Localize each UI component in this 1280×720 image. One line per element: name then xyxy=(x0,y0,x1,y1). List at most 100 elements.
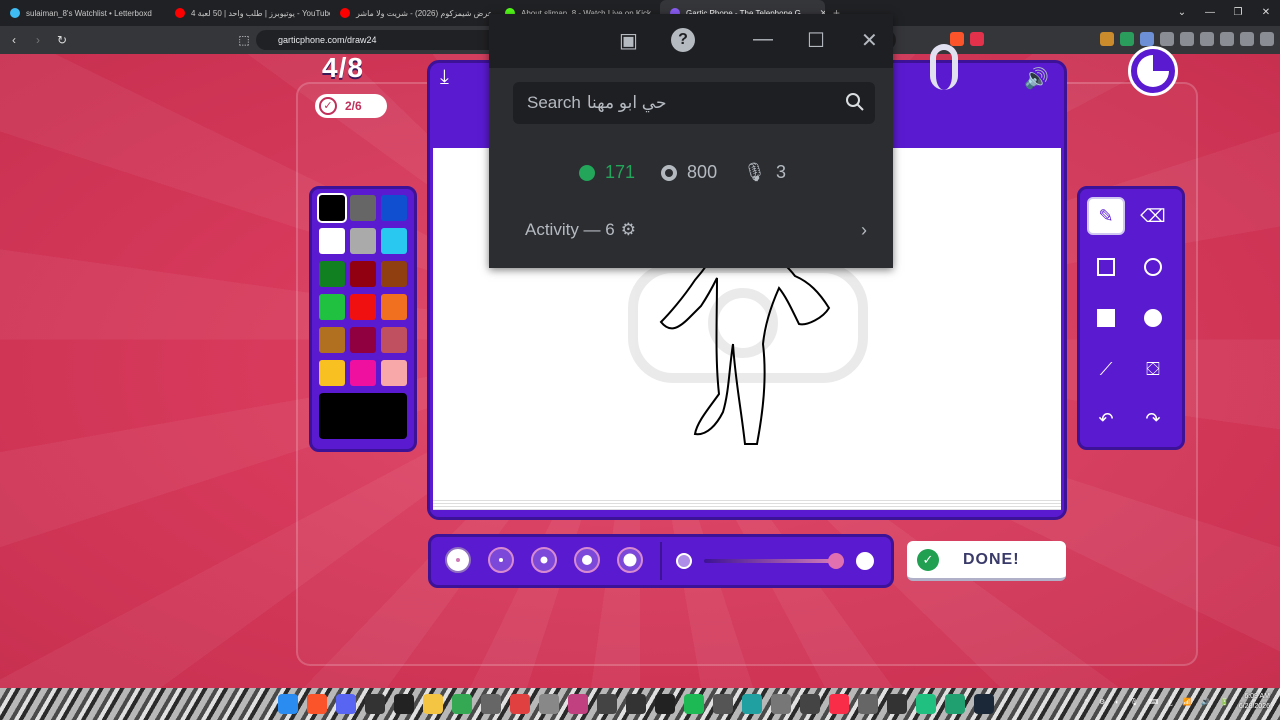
app-icon[interactable] xyxy=(800,694,820,714)
pen-tool[interactable]: ✎ xyxy=(1087,197,1125,235)
tab-letterboxd[interactable]: sulaiman_8's Watchlist • Letterboxd xyxy=(0,0,165,26)
line-tool[interactable]: ⟋ xyxy=(1087,350,1125,388)
app-icon[interactable] xyxy=(742,694,762,714)
app-icon[interactable] xyxy=(945,694,965,714)
help-icon[interactable]: ? xyxy=(671,28,695,52)
spotify-icon[interactable] xyxy=(684,694,704,714)
app-icon[interactable] xyxy=(916,694,936,714)
server-search-input[interactable]: Search حي ابو مهنا xyxy=(513,82,875,124)
color-swatch[interactable] xyxy=(381,327,407,353)
color-swatch[interactable] xyxy=(381,228,407,254)
app-icon[interactable] xyxy=(858,694,878,714)
rectangle-filled-tool[interactable] xyxy=(1087,299,1125,337)
brush-size-5[interactable] xyxy=(617,547,643,573)
vpn-icon[interactable] xyxy=(1240,32,1254,46)
app-icon[interactable] xyxy=(626,694,646,714)
steam-icon[interactable] xyxy=(974,694,994,714)
sound-icon[interactable]: 🔊 xyxy=(1024,66,1049,91)
color-swatch[interactable] xyxy=(319,294,345,320)
redo-tool[interactable]: ↷ xyxy=(1134,400,1172,438)
tray-chevron-icon[interactable]: ⌃ xyxy=(1083,698,1089,706)
wallet-icon[interactable] xyxy=(1220,32,1234,46)
volume-icon[interactable]: 🔊 xyxy=(1201,698,1210,706)
keyboard-icon[interactable]: ⌨ xyxy=(1148,698,1158,706)
music-icon[interactable] xyxy=(829,694,849,714)
app-icon[interactable] xyxy=(655,694,675,714)
undo-tool[interactable]: ↶ xyxy=(1087,400,1125,438)
ellipse-outline-tool[interactable] xyxy=(1134,248,1172,286)
brave-shield-icon[interactable] xyxy=(950,32,964,46)
chrome-icon[interactable] xyxy=(452,694,472,714)
file-explorer-icon[interactable] xyxy=(423,694,443,714)
tab-youtube-2[interactable]: عرض شيمزكوم (2026) - شريت ولا ماشر xyxy=(330,0,495,26)
app-icon[interactable] xyxy=(887,694,907,714)
close-icon[interactable]: ✕ xyxy=(861,28,878,53)
activity-row[interactable]: Activity — 6 ⚙ xyxy=(525,220,636,240)
extensions-puzzle-icon[interactable] xyxy=(1160,32,1174,46)
brave-rewards-icon[interactable] xyxy=(970,32,984,46)
done-button[interactable]: ✓ DONE! xyxy=(907,541,1066,581)
tray-app-icon[interactable]: ⚙ xyxy=(1099,698,1105,706)
tab-youtube-1[interactable]: 4 يوتيوبرز | طلب واحد | 50 لعبة - YouTub… xyxy=(165,0,330,26)
extension-icon[interactable] xyxy=(1180,32,1194,46)
app-icon[interactable] xyxy=(394,694,414,714)
color-swatch[interactable] xyxy=(381,294,407,320)
opacity-slider-handle[interactable] xyxy=(828,553,844,569)
minimize-icon[interactable]: — xyxy=(753,28,773,51)
extension-icon[interactable] xyxy=(1120,32,1134,46)
taskbar-clock[interactable]: 6:09 AM 6/28/2026 xyxy=(1239,692,1270,712)
maximize-icon[interactable]: ☐ xyxy=(807,28,825,53)
app-icon[interactable] xyxy=(713,694,733,714)
battery-icon[interactable]: 🔋 xyxy=(1220,698,1229,706)
color-swatch[interactable] xyxy=(317,193,347,223)
color-swatch[interactable] xyxy=(350,261,376,287)
brush-size-1[interactable] xyxy=(445,547,471,573)
sidebar-icon[interactable] xyxy=(1200,32,1214,46)
media-player-icon[interactable] xyxy=(597,694,617,714)
app-icon[interactable] xyxy=(510,694,530,714)
download-icon[interactable]: ⤓ xyxy=(440,66,449,89)
app-icon[interactable] xyxy=(568,694,588,714)
language-icon[interactable]: ع xyxy=(1169,698,1173,706)
brave-browser-icon[interactable] xyxy=(307,694,327,714)
minimize-icon[interactable]: — xyxy=(1196,0,1224,26)
rectangle-outline-tool[interactable] xyxy=(1087,248,1125,286)
app-icon[interactable] xyxy=(771,694,791,714)
color-swatch[interactable] xyxy=(381,261,407,287)
color-swatch[interactable] xyxy=(319,327,345,353)
fill-bucket-tool[interactable]: ⛋ xyxy=(1134,350,1172,388)
chevron-right-icon[interactable]: › xyxy=(861,220,867,241)
eraser-tool[interactable]: ⌫ xyxy=(1134,197,1172,235)
color-swatch[interactable] xyxy=(350,360,376,386)
color-swatch[interactable] xyxy=(381,360,407,386)
opacity-slider[interactable] xyxy=(704,559,834,563)
extension-icon[interactable] xyxy=(1100,32,1114,46)
color-swatch[interactable] xyxy=(319,261,345,287)
discord-icon[interactable] xyxy=(336,694,356,714)
color-swatch[interactable] xyxy=(319,360,345,386)
tab-search-icon[interactable]: ⌄ xyxy=(1168,0,1196,26)
extension-icon[interactable] xyxy=(1140,32,1154,46)
brush-size-2[interactable] xyxy=(488,547,514,573)
network-icon[interactable]: 📶 xyxy=(1183,698,1192,706)
bookmark-icon[interactable]: ⬚ xyxy=(234,33,254,47)
brush-size-4[interactable] xyxy=(574,547,600,573)
brush-size-3[interactable] xyxy=(531,547,557,573)
forward-icon[interactable]: › xyxy=(28,33,48,47)
ellipse-filled-tool[interactable] xyxy=(1134,299,1172,337)
windows-start-icon[interactable] xyxy=(278,694,298,714)
inbox-icon[interactable]: ▣ xyxy=(619,28,638,53)
color-swatch[interactable] xyxy=(350,228,376,254)
app-icon[interactable] xyxy=(539,694,559,714)
app-icon[interactable] xyxy=(481,694,501,714)
restore-icon[interactable]: ❐ xyxy=(1224,0,1252,26)
color-swatch[interactable] xyxy=(381,195,407,221)
back-icon[interactable]: ‹ xyxy=(4,33,24,47)
color-swatch[interactable] xyxy=(350,327,376,353)
tray-app-icon[interactable]: ◐ xyxy=(1115,699,1119,706)
app-icon[interactable] xyxy=(365,694,385,714)
color-swatch[interactable] xyxy=(319,228,345,254)
reload-icon[interactable]: ↻ xyxy=(52,33,72,47)
color-swatch[interactable] xyxy=(350,294,376,320)
color-swatch[interactable] xyxy=(350,195,376,221)
